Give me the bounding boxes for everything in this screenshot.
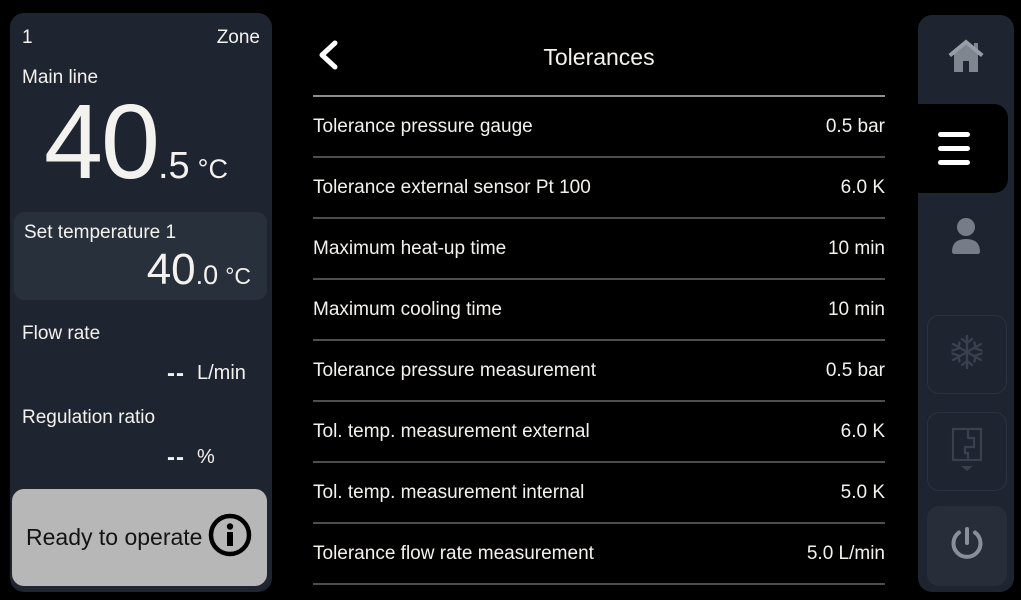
- tolerance-value: 5.0 L/min: [807, 543, 885, 565]
- tolerance-label: Tolerance flow rate measurement: [313, 543, 594, 565]
- flow-rate-unit: L/min: [197, 362, 246, 385]
- power-button[interactable]: [927, 506, 1007, 586]
- status-card[interactable]: Ready to operate: [12, 489, 267, 586]
- mold-icon: [947, 426, 987, 477]
- tolerance-row[interactable]: Tol. temp. measurement internal 5.0 K: [313, 463, 885, 524]
- flow-rate-label: Flow rate: [22, 323, 100, 345]
- regulation-ratio-label: Regulation ratio: [22, 407, 155, 429]
- cooling-button[interactable]: [927, 315, 1007, 394]
- tolerance-row[interactable]: Tolerance pressure measurement 0.5 bar: [313, 341, 885, 402]
- main-temp-integer: 40: [44, 89, 158, 195]
- tolerance-row[interactable]: Maximum heat-up time 10 min: [313, 219, 885, 280]
- main-temp-fraction: .5: [158, 145, 190, 188]
- set-temp-integer: 40: [147, 248, 196, 292]
- tolerance-label: Tol. temp. measurement external: [313, 421, 590, 443]
- flow-rate-row: -- L/min: [10, 360, 272, 390]
- flow-rate-value: --: [167, 360, 185, 388]
- tolerance-row[interactable]: Maximum cooling time 10 min: [313, 280, 885, 341]
- snowflake-icon: [948, 333, 986, 376]
- tolerance-value: 5.0 K: [841, 482, 885, 504]
- zone-panel: 1 Zone Main line 40 .5 °C Set temperatur…: [10, 13, 272, 592]
- tolerance-label: Maximum heat-up time: [313, 238, 506, 260]
- regulation-ratio-unit: %: [197, 446, 215, 469]
- page-title: Tolerances: [313, 44, 885, 71]
- set-temp-unit: °C: [225, 263, 251, 290]
- user-icon: [945, 216, 987, 259]
- main-temperature-display: 40 .5 °C: [10, 89, 262, 195]
- zone-label: Zone: [217, 27, 260, 49]
- tolerance-row[interactable]: Tolerance external sensor Pt 100 6.0 K: [313, 158, 885, 219]
- tolerance-row[interactable]: Tolerance flow rate measurement 5.0 L/mi…: [313, 524, 885, 585]
- sidebar-item-home[interactable]: [918, 15, 1014, 104]
- sidebar-item-menu[interactable]: [900, 104, 1008, 193]
- tolerance-value: 0.5 bar: [826, 116, 885, 138]
- set-temp-fraction: .0: [196, 260, 219, 291]
- tolerance-value: 6.0 K: [841, 177, 885, 199]
- regulation-ratio-row: -- %: [10, 444, 272, 474]
- tolerance-row[interactable]: Tolerance pressure gauge 0.5 bar: [313, 97, 885, 158]
- sidebar-item-user[interactable]: [918, 197, 1014, 277]
- tolerance-label: Tolerance external sensor Pt 100: [313, 177, 591, 199]
- set-temperature-value: 40 .0 °C: [147, 248, 251, 292]
- tolerance-label: Tolerance pressure measurement: [313, 360, 596, 382]
- tolerance-value: 10 min: [828, 238, 885, 260]
- status-text: Ready to operate: [26, 524, 207, 551]
- tolerances-list: Tolerance pressure gauge 0.5 bar Toleran…: [313, 97, 885, 585]
- tolerance-value: 0.5 bar: [826, 360, 885, 382]
- regulation-ratio-value: --: [167, 444, 185, 472]
- info-icon: [207, 512, 253, 563]
- tolerance-label: Tol. temp. measurement internal: [313, 482, 584, 504]
- power-icon: [947, 524, 987, 569]
- hmi-screen: 1 Zone Main line 40 .5 °C Set temperatur…: [0, 0, 1021, 600]
- zone-number: 1: [22, 27, 33, 49]
- home-icon: [947, 39, 985, 80]
- tolerance-value: 6.0 K: [841, 421, 885, 443]
- zone-header: 1 Zone: [22, 27, 260, 49]
- tolerance-label: Maximum cooling time: [313, 299, 502, 321]
- mold-button[interactable]: [927, 412, 1007, 491]
- set-temperature-card[interactable]: Set temperature 1 40 .0 °C: [14, 212, 267, 300]
- page-header: Tolerances: [313, 0, 885, 97]
- tolerance-value: 10 min: [828, 299, 885, 321]
- tolerances-page: Tolerances Tolerance pressure gauge 0.5 …: [313, 0, 885, 585]
- tolerance-label: Tolerance pressure gauge: [313, 116, 533, 138]
- tolerance-row[interactable]: Tol. temp. measurement external 6.0 K: [313, 402, 885, 463]
- menu-icon: [938, 123, 970, 174]
- main-temp-unit: °C: [198, 154, 228, 185]
- set-temperature-label: Set temperature 1: [24, 222, 176, 244]
